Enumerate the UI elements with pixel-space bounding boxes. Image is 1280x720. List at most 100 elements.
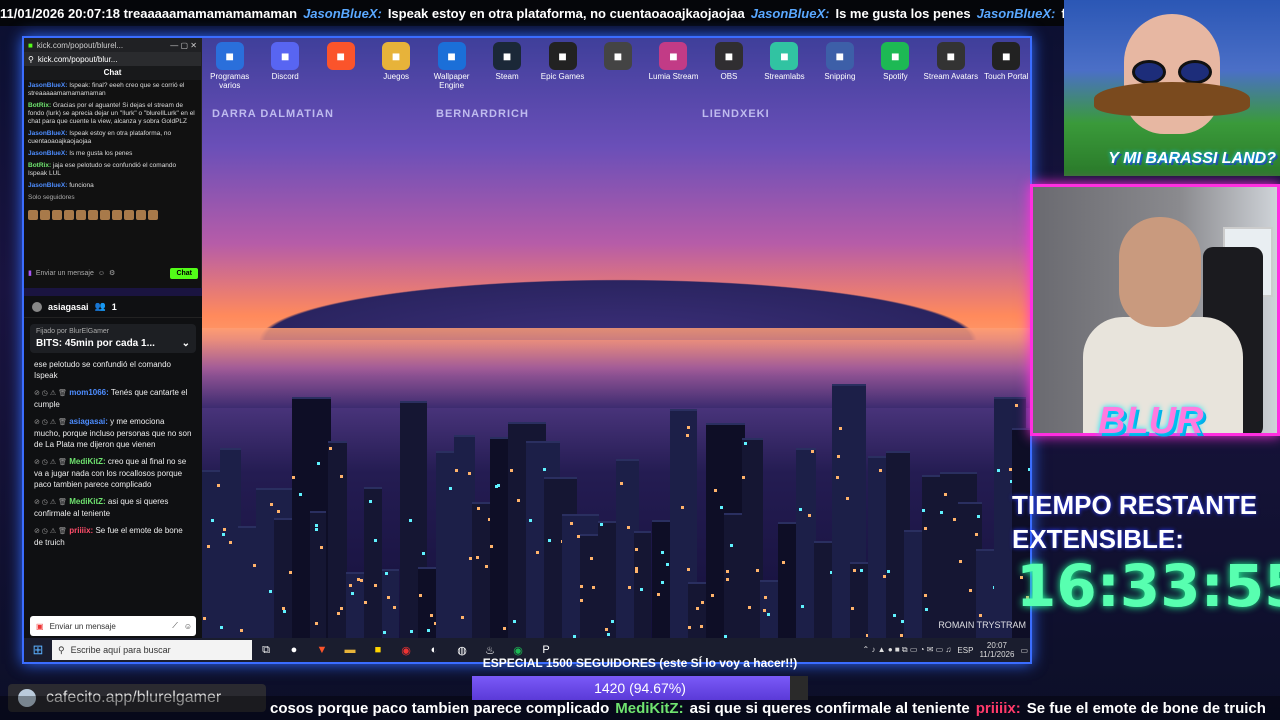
pin-icon[interactable]: ⟋: [172, 621, 178, 631]
search-placeholder: Escribe aquí para buscar: [70, 645, 171, 655]
itunes-icon: ■: [604, 42, 633, 70]
input-placeholder: Enviar un mensaje: [35, 269, 94, 277]
chat-message: BotRix: Gracias por el aguante! Si dejas…: [28, 102, 197, 126]
channel-name[interactable]: asiagasai: [48, 302, 89, 312]
desktop-icon[interactable]: ■ Streamlabs: [757, 38, 812, 98]
chat-message: JasonBlueX: Is me gusta los penes: [28, 150, 197, 158]
chat-message: ⊘ ◷ ⚠ 🗑 mom1066: Tenés que cantarte el c…: [34, 387, 192, 410]
desktop-icon[interactable]: ■ Discord: [257, 38, 312, 98]
desktop-icon[interactable]: ■ Steam: [479, 38, 534, 98]
kick-icon: ■: [28, 40, 33, 50]
webcam-meme-frame: Y MI BARASSI LAND?: [1064, 0, 1280, 176]
mod-tools-icon[interactable]: ⊘ ◷ ⚠ 🗑: [34, 390, 67, 397]
taskbar-search[interactable]: ⚲ Escribe aquí para buscar: [52, 640, 252, 660]
main-chat-panel: asiagasai 👥 1 Fijado por BlurElGamer BIT…: [24, 296, 202, 642]
settings-icon[interactable]: ⚙: [109, 269, 115, 277]
channel-logo: BLUR: [1098, 400, 1204, 442]
system-tray: ⌃ ♪ ▲ ● ■ ⧉ ▭ ◔ ✉ ▭ ♫ ESP 20:07 11/1/2026…: [863, 641, 1030, 659]
notification-icon[interactable]: ▭: [1020, 646, 1028, 655]
window-controls-icon[interactable]: — ▢ ✕: [170, 41, 201, 50]
app-icon[interactable]: ●: [280, 644, 308, 656]
wallpaper-city: [202, 332, 1030, 642]
chat-username[interactable]: JasonBlueX:: [28, 82, 67, 89]
desktop-icon[interactable]: ■ OBS: [701, 38, 756, 98]
mod-tools-icon[interactable]: ⊘ ◷ ⚠ 🗑: [34, 419, 67, 426]
chat-username[interactable]: mom1066:: [69, 388, 109, 397]
chat-username[interactable]: MediKitZ:: [69, 497, 105, 506]
brave-icon[interactable]: ▼: [308, 644, 336, 656]
subathon-timer: 16:33:55: [1016, 552, 1280, 620]
address-bar[interactable]: ⚲ kick.com/popout/blur...: [24, 52, 201, 66]
desktop-icon[interactable]: ■ Juegos: [368, 38, 423, 98]
spotify-icon[interactable]: ◉: [504, 644, 532, 657]
ticker-message: Is me gusta los penes: [835, 5, 971, 21]
chat-message: ⊘ ◷ ⚠ 🗑 asiagasai: y me emociona mucho, …: [34, 416, 192, 450]
skyline-building: [490, 437, 509, 642]
emoji-icon[interactable]: ☺: [184, 622, 196, 631]
search-icon: ⚲: [58, 644, 65, 655]
pinned-text: BITS: 45min por cada 1...: [36, 338, 155, 349]
ticker-username: MediKitZ:: [615, 699, 684, 717]
timer-label-line: EXTENSIBLE:: [1012, 524, 1184, 554]
app-icon[interactable]: ■: [364, 644, 392, 656]
avatar: [32, 301, 42, 312]
mod-tools-icon[interactable]: ⊘ ◷ ⚠ 🗑: [34, 499, 67, 506]
tray-icons[interactable]: ⌃ ♪ ▲ ● ■ ⧉ ▭ ◔ ✉ ▭ ♫: [863, 645, 952, 655]
emoji-icon[interactable]: ☺: [98, 270, 105, 277]
desktop-icon-label: Juegos: [383, 72, 410, 81]
chat-username[interactable]: BotRix:: [28, 162, 51, 169]
pinned-message[interactable]: Fijado por BlurElGamer BITS: 45min por c…: [30, 324, 196, 353]
desktop-icon[interactable]: ■ Epic Games: [535, 38, 590, 98]
desktop-icon[interactable]: ■ Lumia Stream: [646, 38, 701, 98]
mod-tools-icon[interactable]: ⊘ ◷ ⚠ 🗑: [34, 528, 67, 535]
clock[interactable]: 20:07 11/1/2026: [979, 641, 1014, 659]
desktop-icon-label: Spotify: [883, 72, 908, 81]
desktop-icon[interactable]: ■ Spotify: [868, 38, 923, 98]
chat-header: Chat: [24, 66, 201, 80]
goal-progress-text: 1420 (94.67%): [594, 680, 686, 696]
desktop-icon[interactable]: ■: [313, 38, 368, 98]
desktop-icon[interactable]: ■ Touch Portal: [979, 38, 1030, 98]
desktop-capture: DARRA DALMATIAN BERNARDRICH LIENDXEKI RO…: [22, 36, 1032, 664]
folder-icon[interactable]: ▬: [336, 644, 364, 656]
touch-portal-icon[interactable]: P: [532, 644, 560, 656]
chat-username[interactable]: BotRix:: [28, 102, 51, 109]
language-indicator[interactable]: ESP: [957, 646, 973, 655]
chat-send-button[interactable]: Chat: [170, 267, 198, 279]
desktop-icon[interactable]: ■ Stream Avatars: [923, 38, 978, 98]
app-icon[interactable]: ◍: [448, 644, 476, 657]
chat-username[interactable]: priiiix:: [69, 526, 93, 535]
lock-icon: ⚲: [28, 54, 34, 64]
mic-icon: ▮: [28, 270, 32, 277]
desktop-icon[interactable]: ■: [590, 38, 645, 98]
chat-username[interactable]: JasonBlueX:: [28, 130, 67, 137]
desktop-icon-label: Streamlabs: [764, 72, 805, 81]
mod-tools-icon[interactable]: ⊘ ◷ ⚠ 🗑: [34, 459, 67, 466]
app-icon[interactable]: ◐: [420, 644, 448, 656]
follower-goal-bar: 1420 (94.67%): [472, 676, 808, 700]
chat-text: funciona: [69, 182, 94, 189]
skyline-building: [796, 448, 816, 642]
browser-tab[interactable]: ■ kick.com/popout/blurel... — ▢ ✕: [24, 38, 201, 52]
chat-username[interactable]: JasonBlueX:: [28, 182, 67, 189]
task-view-icon[interactable]: ⧉: [252, 644, 280, 657]
chevron-down-icon[interactable]: ⌄: [182, 338, 190, 349]
skyline-building: [634, 531, 651, 642]
steam-icon[interactable]: ♨: [476, 644, 504, 657]
chat-icon: ▣: [36, 621, 44, 631]
desktop-icon[interactable]: ■ Snipping: [812, 38, 867, 98]
chat-username[interactable]: JasonBlueX:: [28, 150, 67, 157]
popout-chat-input[interactable]: ▮ Enviar un mensaje ☺ ⚙ Chat: [28, 264, 198, 282]
main-chat-input[interactable]: ▣ Enviar un mensaje ⟋ ☺: [30, 616, 196, 636]
chat-channel-header: asiagasai 👥 1: [24, 296, 202, 318]
desktop-icon[interactable]: ■ Programas varios: [202, 38, 257, 98]
desktop-icon[interactable]: ■ Wallpaper Engine: [424, 38, 479, 98]
ticker-username: JasonBlueX:: [750, 5, 830, 21]
emote-bar[interactable]: [24, 208, 201, 222]
chat-username[interactable]: MediKitZ:: [69, 457, 105, 466]
chat-message: ⊘ ◷ ⚠ 🗑 MediKitZ: asi que si queres conf…: [34, 496, 192, 519]
ticker-message: asi que si queres confirmale al teniente: [689, 699, 970, 717]
windows-start-icon[interactable]: ⊞: [24, 642, 52, 658]
chat-username[interactable]: asiagasai:: [69, 417, 108, 426]
app-icon[interactable]: ◉: [392, 644, 420, 657]
